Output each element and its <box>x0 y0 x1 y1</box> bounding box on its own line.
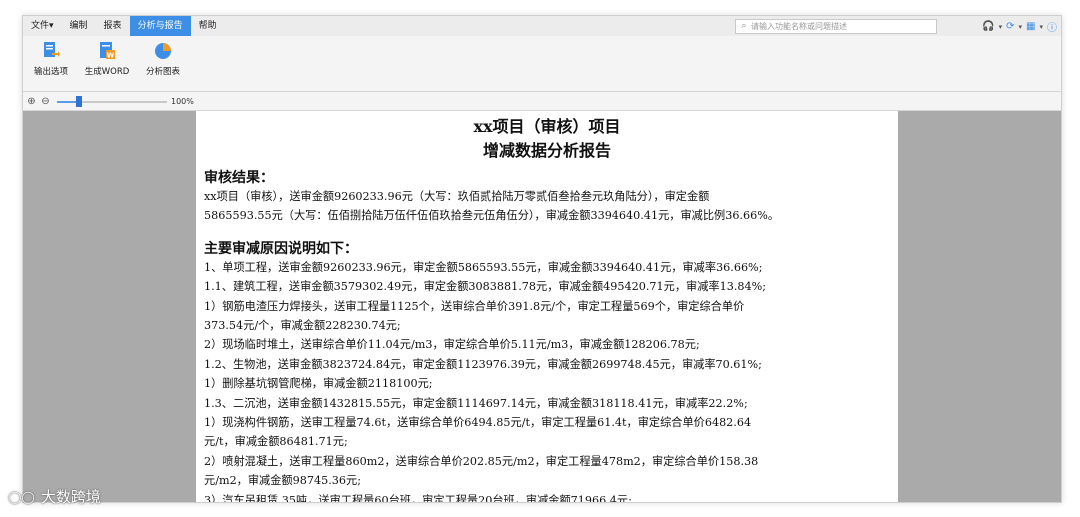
pie-chart-icon <box>155 43 171 59</box>
menu-reports[interactable]: 报表 <box>96 16 130 36</box>
analysis-chart-button[interactable]: 分析图表 <box>135 36 191 91</box>
menu-bar: 文件▾ 编制 报表 分析与报告 帮助 ⌕ 请输入功能名称或问题描述 🎧 ▾ ⟳ … <box>23 16 1061 36</box>
paragraph-line: 5865593.55元（大写：伍佰捌拾陆万伍仟伍佰玖拾叁元伍角伍分），审减金额3… <box>204 209 780 223</box>
audit-result-heading: 审核结果： <box>204 170 274 186</box>
generate-word-button[interactable]: W 生成WORD <box>79 36 135 91</box>
report-title-line1: xx项目（审核）项目 <box>473 117 621 136</box>
export-options-icon <box>44 42 60 57</box>
paragraph-line: 373.54元/个，审减金额228230.74元; <box>204 319 401 333</box>
chevron-down-icon[interactable]: ▾ <box>1039 23 1043 31</box>
paragraph-line: 元/m2，审减金额98745.36元; <box>204 474 361 488</box>
search-icon: ⌕ <box>741 21 747 31</box>
reduction-reasons-body: 1、单项工程，送审金额9260233.96元，审定金额5865593.55元，审… <box>196 258 898 502</box>
menu-analysis-report[interactable]: 分析与报告 <box>129 16 191 36</box>
zoom-out-icon[interactable]: ⊖ <box>40 96 51 107</box>
chevron-down-icon[interactable]: ▾ <box>999 23 1003 31</box>
menu-compile[interactable]: 编制 <box>62 16 96 36</box>
ribbon-toolbar: 输出选项 W 生成WORD 分析图表 <box>23 36 1061 92</box>
info-icon[interactable]: ⓘ <box>1047 19 1057 34</box>
paragraph-line: 元/t，审减金额86481.71元; <box>204 435 348 449</box>
refresh-icon[interactable]: ⟳ <box>1006 21 1014 32</box>
toolbar-right-icons: 🎧 ▾ ⟳ ▾ ▦ ▾ ⓘ <box>982 19 1057 34</box>
search-input[interactable]: ⌕ 请输入功能名称或问题描述 <box>735 19 937 34</box>
watermark-logo-icon: ◯◯ <box>8 489 35 504</box>
document-page: xx项目（审核）项目 增减数据分析报告 审核结果： xx项目（审核），送审金额9… <box>196 111 898 502</box>
zoom-slider[interactable] <box>57 95 167 107</box>
chevron-down-icon[interactable]: ▾ <box>1019 23 1023 31</box>
paragraph-line: 1.3、二沉池，送审金额1432815.55元，审定金额1114697.14元，… <box>204 396 748 410</box>
paragraph-line: 2）喷射混凝土，送审工程量860m2，送审综合单价202.85元/m2，审定工程… <box>204 454 759 468</box>
generate-word-label: 生成WORD <box>84 67 130 77</box>
paragraph-line: 3）汽车吊租赁 35吨，送审工程量60台班，审定工程量20台班，审减金额7196… <box>204 493 632 502</box>
headset-icon[interactable]: 🎧 <box>982 21 994 32</box>
paragraph-line: 1、单项工程，送审金额9260233.96元，审定金额5865593.55元，审… <box>204 260 763 274</box>
paragraph-line: 1）现浇构件钢筋，送审工程量74.6t，送审综合单价6494.85元/t，审定工… <box>204 416 752 430</box>
watermark: ◯◯ 大数跨境 <box>8 486 101 507</box>
paragraph-line: 1.2、生物池，送审金额3823724.84元，审定金额1123976.39元，… <box>204 357 762 371</box>
zoom-in-icon[interactable]: ⊕ <box>26 96 37 107</box>
paragraph-line: 1.1、建筑工程，送审金额3579302.49元，审定金额3083881.78元… <box>204 280 767 294</box>
word-document-icon: W <box>100 42 115 60</box>
zoom-slider-thumb[interactable] <box>76 95 82 107</box>
paragraph-line: 1）钢筋电渣压力焊接头，送审工程量1125个，送审综合单价391.8元/个，审定… <box>204 299 745 313</box>
paragraph-line: 1）删除基坑钢管爬梯，审减金额2118100元; <box>204 377 433 391</box>
zoom-bar: ⊕ ⊖ 100% <box>23 92 1061 111</box>
app-window: 文件▾ 编制 报表 分析与报告 帮助 ⌕ 请输入功能名称或问题描述 🎧 ▾ ⟳ … <box>22 15 1062 503</box>
menu-file[interactable]: 文件▾ <box>23 16 62 36</box>
export-options-button[interactable]: 输出选项 <box>23 36 79 91</box>
document-viewport[interactable]: xx项目（审核）项目 增减数据分析报告 审核结果： xx项目（审核），送审金额9… <box>23 111 1061 502</box>
svg-text:W: W <box>107 52 115 60</box>
watermark-text: 大数跨境 <box>40 488 101 506</box>
audit-result-body: xx项目（审核），送审金额9260233.96元（大写：玖佰贰拾陆万零贰佰叁拾叁… <box>196 187 898 226</box>
reduction-reasons-heading: 主要审减原因说明如下： <box>204 240 358 257</box>
report-title-line2: 增减数据分析报告 <box>482 141 611 160</box>
menu-help[interactable]: 帮助 <box>191 16 225 36</box>
analysis-chart-label: 分析图表 <box>145 67 180 77</box>
search-placeholder: 请输入功能名称或问题描述 <box>751 22 847 31</box>
export-options-label: 输出选项 <box>33 67 68 77</box>
paragraph-line: xx项目（审核），送审金额9260233.96元（大写：玖佰贰拾陆万零贰佰叁拾叁… <box>204 190 710 203</box>
zoom-value: 100% <box>171 96 194 106</box>
paragraph-line: 2）现场临时堆土，送审综合单价11.04元/m3，审定综合单价5.11元/m3，… <box>204 338 700 352</box>
apps-grid-icon[interactable]: ▦ <box>1026 21 1035 32</box>
